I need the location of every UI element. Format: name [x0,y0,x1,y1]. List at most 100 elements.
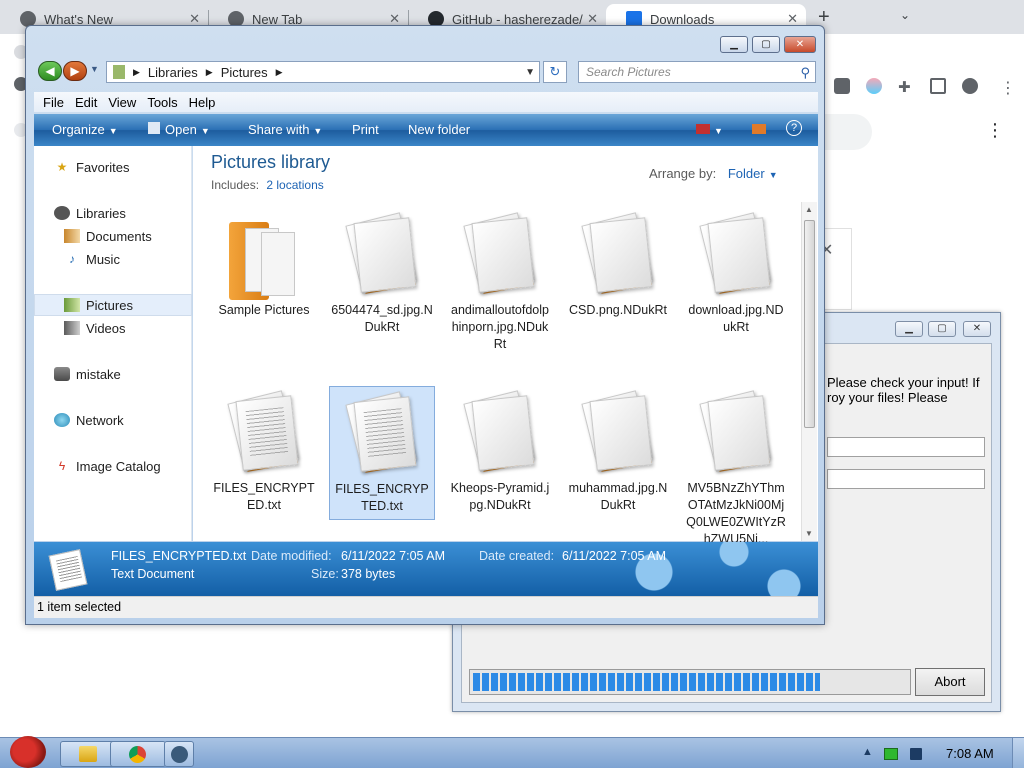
menu-view[interactable]: View [108,95,136,110]
nav-image-catalog[interactable]: ϟ Image Catalog [34,455,192,477]
file-item[interactable]: 6504474_sd.jpg.NDukRt [329,208,435,342]
view-options-button[interactable]: ▼ [696,122,723,137]
scroll-up-arrow[interactable]: ▲ [805,205,813,214]
key-input-field[interactable] [827,469,985,489]
nav-homegroup-user[interactable]: mistake [34,363,192,385]
refresh-button[interactable]: ↻ [543,61,567,83]
nav-network[interactable]: Network [34,409,192,431]
nav-label: Videos [86,320,126,336]
preview-pane-button[interactable] [752,122,766,137]
vertical-scrollbar[interactable]: ▲ ▼ [801,202,817,541]
file-item[interactable]: FILES_ENCRYPTED.txt [329,386,435,520]
file-name: Kheops-Pyramid.jpg.NDukRt [450,481,550,512]
address-bar[interactable]: ▶ Libraries ▶ Pictures ▶ ▼ [106,61,540,83]
start-button[interactable] [4,732,48,768]
back-button[interactable]: ◀ [38,61,62,81]
videos-library-icon [64,321,80,335]
nav-pictures[interactable]: Pictures [34,294,192,316]
file-item[interactable]: CSD.png.NDukRt [565,208,671,342]
new-folder-button[interactable]: New folder [408,122,470,137]
share-with-button[interactable]: Share with ▼ [248,122,322,137]
file-name: CSD.png.NDukRt [569,303,667,317]
close-button[interactable]: ✕ [784,36,816,53]
nav-label: Documents [86,228,152,244]
file-item[interactable]: FILES_ENCRYPTED.txt [211,386,317,520]
nav-label: Favorites [76,159,130,175]
show-desktop-button[interactable] [1012,738,1024,768]
open-button[interactable]: Open ▼ [148,122,210,137]
nav-documents[interactable]: Documents [34,225,192,247]
menu-edit[interactable]: Edit [75,95,97,110]
menu-bar: File Edit View Tools Help [34,92,818,112]
folder-page [261,232,295,296]
nav-music[interactable]: ♪ Music [34,248,192,270]
file-item[interactable]: andimalloutofdolphinporn.jpg.NDukRt [447,208,553,351]
taskbar-explorer-button[interactable] [60,741,116,767]
forward-button[interactable]: ▶ [63,61,87,81]
image-catalog-icon: ϟ [58,459,66,473]
taskbar: ▲ 7:08 AM [0,736,1024,768]
nav-libraries[interactable]: Libraries [34,202,192,224]
recent-pages-dropdown[interactable]: ▼ [90,64,99,74]
file-item[interactable]: download.jpg.NDukRt [683,208,789,342]
browser-menu-icon[interactable]: ⋮ [1000,78,1016,98]
breadcrumb-separator: ▶ [205,66,213,77]
scroll-thumb[interactable] [804,220,815,428]
network-icon [54,413,70,427]
includes-locations-link[interactable]: 2 locations [266,178,323,192]
details-created-value: 6/11/2022 7:05 AM [562,549,667,563]
breadcrumb-libraries[interactable]: Libraries [148,65,198,80]
search-icon[interactable]: ⚲ [800,63,810,83]
file-name: FILES_ENCRYPTED.txt [335,482,429,513]
details-size-value: 378 bytes [341,567,396,581]
network-tray-icon[interactable] [910,748,922,760]
folder-item[interactable]: Sample Pictures [211,208,317,342]
nav-favorites[interactable]: ★ Favorites [34,156,192,178]
profile-avatar-icon[interactable] [962,78,978,94]
extension-icon[interactable] [866,78,882,94]
file-item[interactable]: muhammad.jpg.NDukRt [565,386,671,520]
search-placeholder: Search Pictures [586,65,671,79]
breadcrumb-pictures[interactable]: Pictures [221,65,268,80]
help-icon[interactable]: ? [786,120,802,136]
clock[interactable]: 7:08 AM [946,746,994,761]
nav-videos[interactable]: Videos [34,317,192,339]
address-dropdown-icon[interactable]: ▼ [525,67,535,78]
page-menu-icon[interactable]: ⋮ [986,120,1004,141]
minimize-button[interactable]: ▁ [895,321,923,337]
nav-label: Image Catalog [76,458,161,474]
menu-help[interactable]: Help [189,95,216,110]
scroll-down-arrow[interactable]: ▼ [805,529,813,538]
side-panel-icon[interactable] [930,78,946,94]
close-button[interactable]: ✕ [963,321,991,337]
organize-button[interactable]: Organize ▼ [52,122,118,137]
file-item[interactable]: MV5BNzZhYThmOTAtMzJkNi00MjQ0LWE0ZWItYzRh… [683,386,789,546]
search-input[interactable]: Search Pictures ⚲ [578,61,816,83]
puzzle-extensions-icon[interactable]: ✚ [898,78,914,96]
explorer-window: ▁ ▢ ✕ ◀ ▶ ▼ ▶ Libraries ▶ Pictures ▶ ▼ ↻… [25,25,825,625]
status-bar: 1 item selected [34,596,818,618]
share-with-label: Share with [248,122,310,137]
show-hidden-icons[interactable]: ▲ [862,746,873,758]
print-button[interactable]: Print [352,122,379,137]
battery-icon[interactable] [884,748,898,760]
maximize-button[interactable]: ▢ [752,36,780,53]
document-icon [148,122,160,134]
arrange-dropdown[interactable]: Folder [728,166,765,181]
maximize-button[interactable]: ▢ [928,321,956,337]
abort-button[interactable]: Abort [915,668,985,696]
tab-search-icon[interactable]: ⌄ [900,8,910,22]
key-input-field[interactable] [827,437,985,457]
menu-file[interactable]: File [43,95,64,110]
angry-bird-icon [10,736,46,768]
nav-label: Music [86,251,120,267]
minimize-button[interactable]: ▁ [720,36,748,53]
taskbar-chrome-button[interactable] [110,741,166,767]
taskbar-app-button[interactable] [164,741,194,767]
library-icon [113,65,125,79]
details-filetype: Text Document [111,567,195,581]
file-item[interactable]: Kheops-Pyramid.jpg.NDukRt [447,386,553,520]
ublock-extension-icon[interactable] [834,78,850,94]
menu-tools[interactable]: Tools [147,95,177,110]
chevron-down-icon: ▼ [200,126,210,136]
